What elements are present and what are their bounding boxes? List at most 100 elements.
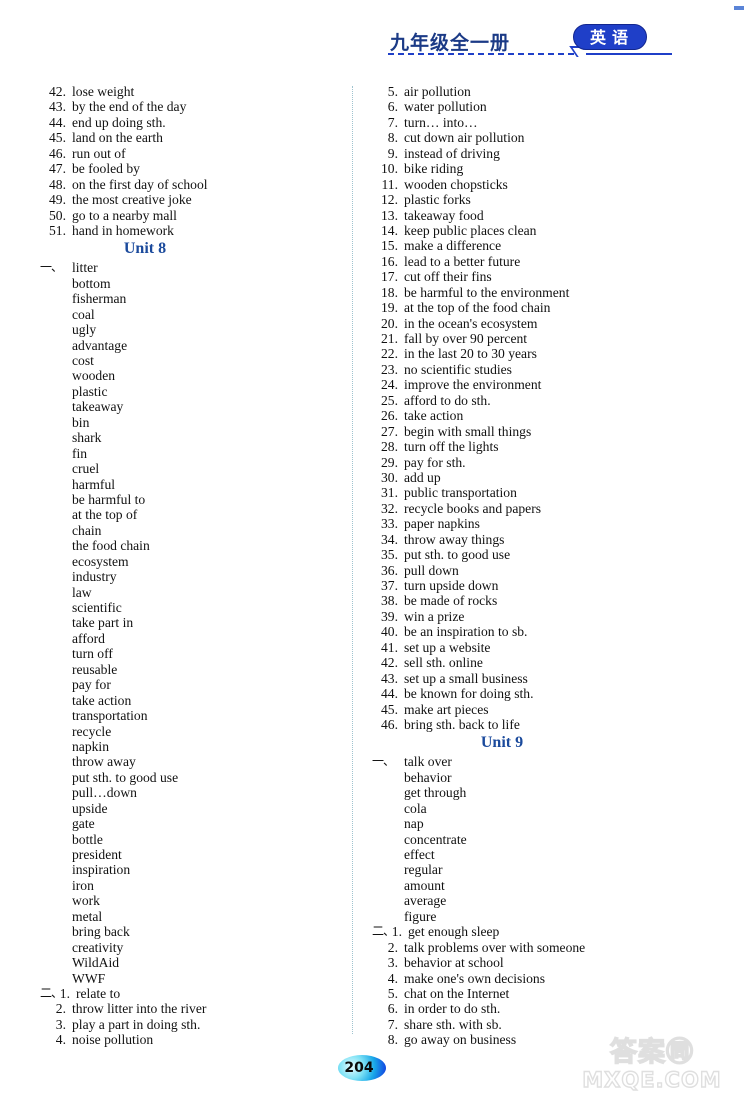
list-item-text: land on the earth bbox=[72, 130, 163, 146]
vocabulary-word: regular bbox=[404, 862, 443, 878]
phrase-row: 3. play a part in doing sth. bbox=[40, 1017, 340, 1032]
vocabulary-word: ugly bbox=[72, 322, 97, 338]
list-item-number: 4. bbox=[55, 1032, 66, 1048]
list-item-number: 45. bbox=[49, 130, 66, 146]
list-item-text: win a prize bbox=[404, 608, 465, 624]
vocabulary-word: behavior bbox=[404, 769, 452, 785]
vocabulary-word: get through bbox=[404, 785, 467, 801]
phrase-row: 4. noise pollution bbox=[40, 1032, 340, 1047]
phrase-row: 45. make art pieces bbox=[372, 702, 702, 717]
list-item-number: 41. bbox=[381, 639, 398, 655]
section-marker: 一、 bbox=[372, 754, 395, 769]
word-row: 一、 talk over bbox=[372, 754, 702, 769]
vocabulary-word: inspiration bbox=[72, 862, 131, 878]
vocabulary-word: wooden bbox=[72, 368, 116, 384]
phrase-row: 48. on the first day of school bbox=[40, 177, 340, 192]
vocabulary-word: president bbox=[72, 847, 122, 862]
phrase-row: 51. hand in homework bbox=[40, 223, 340, 238]
vocabulary-word: chain bbox=[72, 522, 102, 538]
right-column: 5. air pollution 6. water pollution 7. turn… … bbox=[372, 84, 702, 1048]
phrase-row: 17. cut off their fins bbox=[372, 269, 702, 284]
phrase-row: 9. instead of driving bbox=[372, 146, 702, 161]
list-item-text: go to a nearby mall bbox=[72, 207, 177, 223]
vocabulary-word: nap bbox=[404, 816, 424, 832]
word-row: ugly bbox=[40, 322, 340, 337]
list-item-number: 33. bbox=[381, 516, 398, 532]
list-item-number: 39. bbox=[381, 608, 398, 624]
phrase-row: 28. turn off the lights bbox=[372, 439, 702, 454]
vocabulary-word: metal bbox=[72, 908, 103, 924]
list-item-number: 49. bbox=[49, 192, 66, 208]
list-item-text: make art pieces bbox=[404, 701, 489, 717]
list-item-text: at the top of the food chain bbox=[404, 300, 551, 316]
list-item-number: 2. bbox=[387, 939, 398, 955]
list-item-number: 13. bbox=[381, 207, 398, 223]
vocabulary-word: scientific bbox=[72, 600, 122, 615]
list-item-text: cut off their fins bbox=[404, 269, 492, 285]
list-item-text: talk problems over with someone bbox=[404, 939, 586, 955]
word-row: take action bbox=[40, 693, 340, 708]
list-item-number: 16. bbox=[381, 253, 398, 269]
word-row: bring back bbox=[40, 924, 340, 939]
content-columns: 42. lose weight 43. by the end of the day 44… bbox=[0, 84, 750, 1047]
list-item-text: chat on the Internet bbox=[404, 985, 510, 1001]
header-dashed-rule bbox=[388, 53, 574, 55]
vocabulary-word: take action bbox=[72, 692, 132, 708]
list-item-text: in the last 20 to 30 years bbox=[404, 346, 537, 362]
list-item-number: 48. bbox=[49, 176, 66, 192]
list-item-text: share sth. with sb. bbox=[404, 1016, 502, 1032]
list-item-text: fall by over 90 percent bbox=[404, 331, 528, 346]
word-row: regular bbox=[372, 862, 702, 877]
phrase-row: 43. by the end of the day bbox=[40, 99, 340, 114]
list-item-text: takeaway food bbox=[404, 207, 484, 223]
list-item-number: 2. bbox=[55, 1001, 66, 1017]
vocabulary-word: fisherman bbox=[72, 291, 127, 307]
list-item-text: begin with small things bbox=[404, 423, 532, 439]
phrase-row: 二、 1. relate to bbox=[40, 986, 340, 1001]
list-item-text: noise pollution bbox=[72, 1032, 154, 1048]
vocabulary-word: bottle bbox=[72, 831, 103, 847]
header-title: 九年级全一册 bbox=[390, 32, 511, 54]
list-item-text: set up a small business bbox=[404, 670, 528, 686]
list-item-text: set up a website bbox=[404, 639, 491, 655]
phrase-row: 26. take action bbox=[372, 408, 702, 423]
word-row: plastic bbox=[40, 384, 340, 399]
word-row: iron bbox=[40, 878, 340, 893]
word-row: pull…down bbox=[40, 785, 340, 800]
word-row: bottle bbox=[40, 832, 340, 847]
vocabulary-word: take part in bbox=[72, 615, 134, 631]
list-item-text: behavior at school bbox=[404, 955, 504, 971]
section-marker: 一、 bbox=[40, 260, 63, 275]
word-row: shark bbox=[40, 430, 340, 445]
list-item-number: 19. bbox=[381, 300, 398, 316]
word-row: work bbox=[40, 893, 340, 908]
phrase-row: 45. land on the earth bbox=[40, 130, 340, 145]
list-item-number: 7. bbox=[387, 1016, 398, 1032]
list-item-text: lose weight bbox=[72, 84, 135, 99]
list-item-text: be fooled by bbox=[72, 161, 140, 177]
list-item-text: pull down bbox=[404, 562, 459, 578]
word-row: coal bbox=[40, 307, 340, 322]
list-item-text: improve the environment bbox=[404, 377, 542, 393]
phrase-row: 25. afford to do sth. bbox=[372, 393, 702, 408]
list-item-number: 23. bbox=[381, 361, 398, 377]
unit-heading: Unit 9 bbox=[480, 734, 524, 752]
vocabulary-word: transportation bbox=[72, 708, 148, 724]
list-item-text: cut down air pollution bbox=[404, 130, 525, 146]
vocabulary-word: WildAid bbox=[72, 955, 120, 971]
list-item-number: 40. bbox=[381, 624, 398, 640]
phrase-row: 44. be known for doing sth. bbox=[372, 686, 702, 701]
vocabulary-word: at the top of bbox=[72, 507, 138, 523]
vocabulary-word: industry bbox=[72, 569, 117, 585]
vocabulary-word: takeaway bbox=[72, 399, 124, 415]
vocabulary-word: effect bbox=[404, 847, 435, 862]
phrase-row: 19. at the top of the food chain bbox=[372, 300, 702, 315]
list-item-text: keep public places clean bbox=[404, 222, 537, 238]
vocabulary-word: throw away bbox=[72, 754, 136, 770]
vocabulary-word: the food chain bbox=[72, 538, 150, 554]
phrase-row: 22. in the last 20 to 30 years bbox=[372, 346, 702, 361]
word-row: law bbox=[40, 585, 340, 600]
vocabulary-word: ecosystem bbox=[72, 553, 129, 569]
word-row: inspiration bbox=[40, 862, 340, 877]
vocabulary-word: turn off bbox=[72, 646, 113, 662]
